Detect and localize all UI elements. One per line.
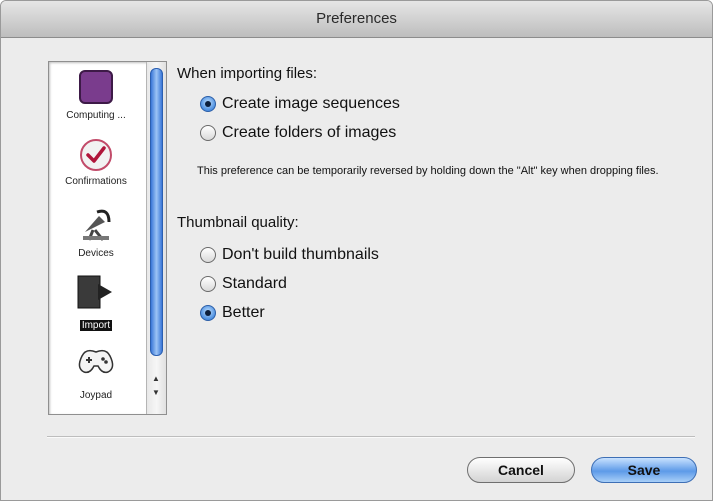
import-hint-text: This preference can be temporarily rever… bbox=[197, 165, 659, 177]
computing-icon bbox=[79, 70, 113, 104]
radio-better[interactable]: Better bbox=[200, 302, 265, 324]
radio-button[interactable] bbox=[200, 247, 216, 263]
scroll-down-arrow-icon[interactable]: ▼ bbox=[151, 388, 161, 398]
sidebar-item-label: Computing ... bbox=[66, 110, 126, 121]
preferences-window: Preferences Computing ... Confirmations bbox=[0, 0, 713, 501]
thumbnail-heading: Thumbnail quality: bbox=[177, 214, 299, 231]
sidebar-item-devices[interactable]: Devices bbox=[49, 196, 143, 262]
sidebar-item-label: Joypad bbox=[79, 390, 113, 401]
radio-label: Standard bbox=[222, 275, 287, 292]
radio-standard[interactable]: Standard bbox=[200, 273, 287, 295]
import-heading: When importing files: bbox=[177, 65, 318, 82]
scrollbar-thumb[interactable] bbox=[150, 68, 163, 356]
import-arrow-icon bbox=[76, 272, 116, 317]
sidebar-item-confirmations[interactable]: Confirmations bbox=[49, 134, 143, 196]
radio-button-selected[interactable] bbox=[200, 305, 216, 321]
sidebar-item-label: Import bbox=[49, 320, 143, 331]
radio-button-selected[interactable] bbox=[200, 96, 216, 112]
sidebar-item-joypad[interactable]: Joypad bbox=[49, 336, 143, 410]
scroll-up-arrow-icon[interactable]: ▲ bbox=[151, 374, 161, 384]
selected-label: Import bbox=[79, 320, 113, 331]
radio-label: Don't build thumbnails bbox=[222, 246, 379, 263]
radio-create-folders-of-images[interactable]: Create folders of images bbox=[200, 122, 396, 144]
sidebar-item-computing[interactable]: Computing ... bbox=[49, 62, 143, 134]
cancel-button[interactable]: Cancel bbox=[467, 457, 575, 483]
save-button[interactable]: Save bbox=[591, 457, 697, 483]
radio-button[interactable] bbox=[200, 276, 216, 292]
preferences-sidebar: Computing ... Confirmations Devices Impo… bbox=[48, 61, 167, 415]
radio-button[interactable] bbox=[200, 125, 216, 141]
sidebar-scrollbar[interactable]: ▲ ▼ bbox=[146, 62, 166, 414]
radio-label: Create image sequences bbox=[222, 95, 400, 112]
radio-create-image-sequences[interactable]: Create image sequences bbox=[200, 93, 400, 115]
sidebar-item-import[interactable]: Import bbox=[49, 262, 143, 336]
sidebar-item-label: Confirmations bbox=[65, 176, 127, 187]
gamepad-icon bbox=[76, 346, 116, 381]
checkmark-icon bbox=[79, 138, 113, 177]
radio-dont-build-thumbnails[interactable]: Don't build thumbnails bbox=[200, 244, 379, 266]
satellite-dish-icon bbox=[79, 206, 113, 247]
sidebar-item-label: Devices bbox=[78, 248, 114, 259]
radio-label: Better bbox=[222, 304, 265, 321]
window-title: Preferences bbox=[1, 1, 712, 38]
radio-label: Create folders of images bbox=[222, 124, 397, 141]
footer-separator bbox=[47, 436, 695, 438]
